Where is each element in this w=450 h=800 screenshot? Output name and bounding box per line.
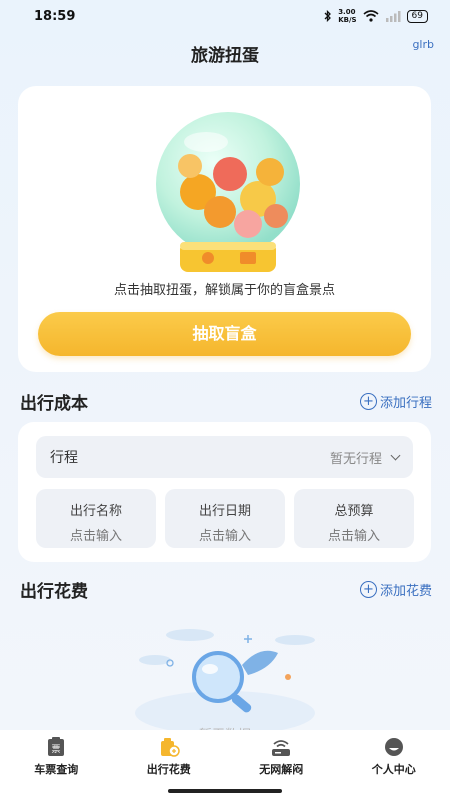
gacha-card: 点击抽取扭蛋，解锁属于你的盲盒景点 抽取盲盒 [18,86,431,372]
trip-name-field[interactable]: 出行名称 点击输入 [36,489,156,548]
field-placeholder: 点击输入 [69,529,122,544]
cost-section-header: 出行成本 + 添加行程 [20,389,432,414]
tab-label: 车票查询 [34,763,79,776]
speed-unit: KB/S [338,16,357,24]
field-placeholder: 点击输入 [198,529,251,544]
ticket-icon: 票 [48,737,65,756]
add-expense-label: 添加花费 [379,583,432,599]
spend-section-title: 出行花费 [20,581,88,602]
trip-date-field[interactable]: 出行日期 点击输入 [165,489,285,548]
plus-circle-icon: + [359,580,377,598]
cost-card: 行程 暂无行程 出行名称 点击输入 出行日期 点击输入 总预算 点击输入 [18,422,431,562]
gacha-machine-illustration[interactable] [148,104,308,280]
tab-offline-fun[interactable]: 无网解闷 [231,737,331,777]
field-label: 出行日期 [198,504,251,519]
tab-profile[interactable]: 个人中心 [344,737,444,777]
signal-icon [385,11,401,22]
bluetooth-icon [324,10,332,22]
page-title: 旅游扭蛋 [191,46,259,66]
tab-label: 无网解闷 [259,763,304,776]
tab-label: 出行花费 [146,763,191,776]
plus-circle-icon: + [359,392,377,410]
add-trip-button[interactable]: + 添加行程 [359,392,432,411]
router-icon [272,740,291,756]
status-icons: 3.00 KB/S 69 [324,8,428,24]
home-indicator [0,784,450,800]
status-time: 18:59 [34,8,76,24]
trip-value-text: 暂无行程 [329,451,382,467]
add-trip-label: 添加行程 [379,395,432,411]
speed-value: 3.00 [338,8,356,16]
header: 旅游扭蛋 glrb [0,38,450,74]
tab-ticket-query[interactable]: 票 车票查询 [6,737,106,777]
bottom-tab-bar: 票 车票查询 出行花费 无网解闷 个人中心 [0,730,450,784]
gacha-hint: 点击抽取扭蛋，解锁属于你的盲盒景点 [113,283,335,298]
field-label: 出行名称 [69,504,122,519]
tab-label: 个人中心 [371,763,416,776]
home-bar[interactable] [168,789,282,793]
trip-label: 行程 [50,450,78,466]
trip-value: 暂无行程 [329,448,401,467]
battery-indicator: 69 [406,9,428,23]
add-expense-button[interactable]: + 添加花费 [359,580,432,599]
profile-icon [384,738,403,756]
wifi-icon [363,10,379,22]
empty-state-illustration [135,629,315,730]
total-budget-field[interactable]: 总预算 点击输入 [294,489,414,548]
field-label: 总预算 [334,504,374,519]
chevron-down-icon [390,450,401,460]
cost-section-title: 出行成本 [20,393,88,414]
draw-blind-box-button[interactable]: 抽取盲盒 [38,312,411,356]
status-bar: 18:59 3.00 KB/S 69 [0,0,450,32]
spend-section-header: 出行花费 + 添加花费 [20,577,432,602]
field-placeholder: 点击输入 [327,529,380,544]
corner-link[interactable]: glrb [412,38,434,51]
wallet-icon [160,738,180,757]
network-speed: 3.00 KB/S [338,8,356,24]
tab-travel-expense[interactable]: 出行花费 [119,737,219,777]
trip-select[interactable]: 行程 暂无行程 [36,436,413,478]
svg-text:票: 票 [52,744,61,755]
